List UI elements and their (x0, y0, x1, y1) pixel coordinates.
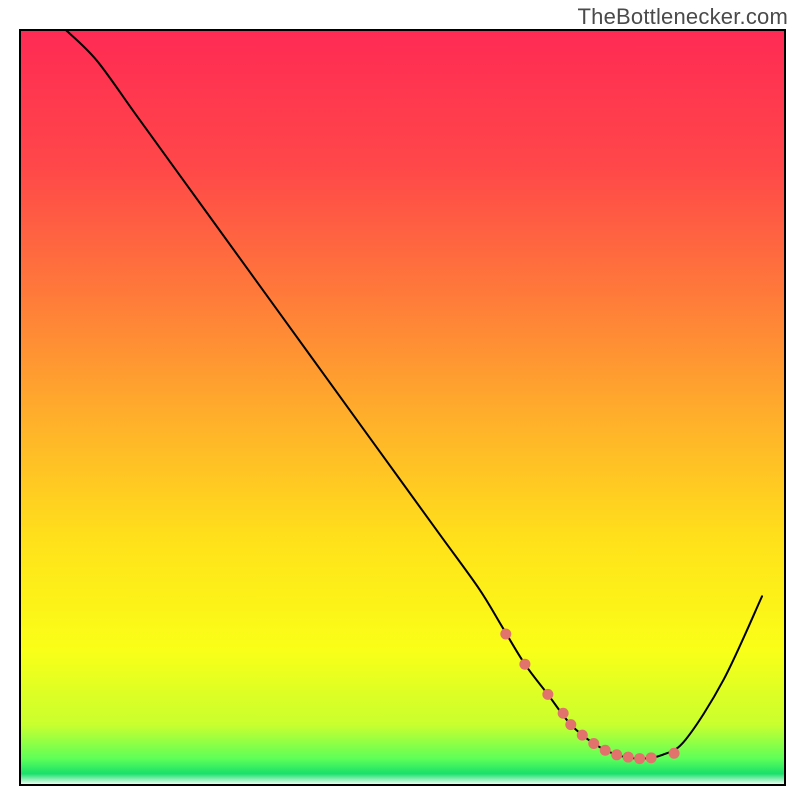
marker-dot (558, 708, 569, 719)
bottleneck-curve-chart (0, 0, 800, 800)
marker-dot (588, 738, 599, 749)
marker-dot (646, 752, 657, 763)
marker-dot (519, 659, 530, 670)
marker-dot (634, 753, 645, 764)
marker-dot (500, 629, 511, 640)
watermark-text: TheBottlenecker.com (578, 4, 788, 30)
marker-dot (565, 719, 576, 730)
marker-dot (577, 730, 588, 741)
marker-dot (611, 749, 622, 760)
chart-container: TheBottlenecker.com (0, 0, 800, 800)
marker-dot (669, 748, 680, 759)
marker-dot (600, 745, 611, 756)
marker-dot (542, 689, 553, 700)
marker-dot (623, 752, 634, 763)
